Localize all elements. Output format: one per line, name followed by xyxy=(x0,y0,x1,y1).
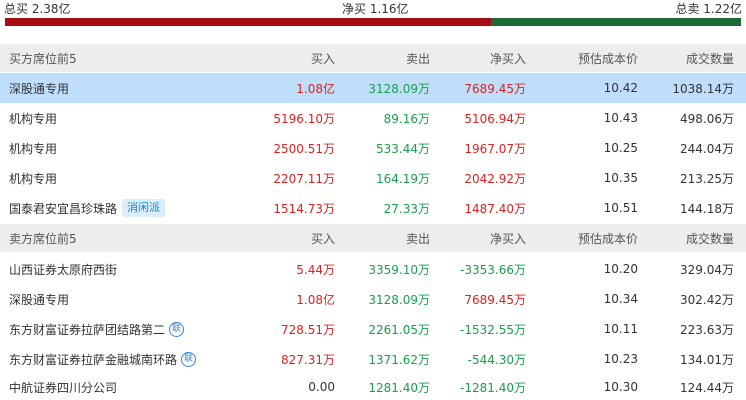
buy-amount: 827.31万 xyxy=(281,352,335,367)
net-buy-amount: -1532.55万 xyxy=(460,322,526,337)
table-row[interactable]: 东方财富证券拉萨团结路第二 联 728.51万 2261.05万 -1532.5… xyxy=(0,314,746,344)
net-buy-amount: -1281.40万 xyxy=(460,380,526,395)
table-row[interactable]: 深股通专用 1.08亿 3128.09万 7689.45万 10.42 1038… xyxy=(0,73,746,103)
net-buy-amount: 7689.45万 xyxy=(464,292,526,307)
sell-amount: 1281.40万 xyxy=(368,380,430,395)
seat-name[interactable]: 机构专用 xyxy=(9,133,57,163)
net-buy-amount: -544.30万 xyxy=(467,352,526,367)
est-cost-price: 10.34 xyxy=(603,292,638,306)
buy-amount: 2207.11万 xyxy=(273,171,335,186)
header-volume: 成交数量 xyxy=(685,51,734,66)
header-net-buy: 净买入 xyxy=(489,231,526,246)
volume: 213.25万 xyxy=(680,171,734,186)
buy-amount: 728.51万 xyxy=(281,322,335,337)
seat-name[interactable]: 东方财富证券拉萨金融城南环路 xyxy=(9,351,177,368)
volume: 124.44万 xyxy=(680,380,734,395)
est-cost-price: 10.23 xyxy=(603,352,638,366)
sell-ratio-bar xyxy=(491,18,741,26)
sell-amount: 2261.05万 xyxy=(368,322,430,337)
est-cost-price: 10.30 xyxy=(603,380,638,394)
seat-name-cell: 国泰君安宜昌珍珠路 消闲派 xyxy=(9,193,166,223)
seat-name-cell: 东方财富证券拉萨金融城南环路 联 xyxy=(9,344,197,374)
est-cost-price: 10.11 xyxy=(603,322,638,336)
table-row[interactable]: 国泰君安宜昌珍珠路 消闲派 1514.73万 27.33万 1487.40万 1… xyxy=(0,193,746,223)
header-buy: 买入 xyxy=(310,231,335,246)
buy-amount: 1.08亿 xyxy=(296,292,335,307)
est-cost-price: 10.25 xyxy=(603,141,638,155)
seat-name[interactable]: 深股通专用 xyxy=(9,284,69,314)
table-row[interactable]: 东方财富证券拉萨金融城南环路 联 827.31万 1371.62万 -544.3… xyxy=(0,344,746,374)
total-buy-label: 总买 2.38亿 xyxy=(4,2,71,16)
sell-amount: 3128.09万 xyxy=(368,81,430,96)
total-sell-label: 总卖 1.22亿 xyxy=(675,2,742,16)
seat-name[interactable]: 山西证券太原府西街 xyxy=(9,254,117,284)
linked-seat-badge-icon[interactable]: 联 xyxy=(181,351,197,367)
buyers-header: 买方席位前5 买入 卖出 净买入 预估成本价 成交数量 xyxy=(0,44,746,72)
sell-amount: 533.44万 xyxy=(376,141,430,156)
table-row[interactable]: 山西证券太原府西街 5.44万 3359.10万 -3353.66万 10.20… xyxy=(0,254,746,284)
table-row[interactable]: 中航证券四川分公司 0.00 1281.40万 -1281.40万 10.30 … xyxy=(0,374,746,400)
header-seat-name: 卖方席位前5 xyxy=(9,231,77,246)
sell-amount: 89.16万 xyxy=(383,111,430,126)
volume: 329.04万 xyxy=(680,262,734,277)
buy-amount: 5.44万 xyxy=(296,262,335,277)
volume: 144.18万 xyxy=(680,201,734,216)
net-buy-amount: 1967.07万 xyxy=(464,141,526,156)
est-cost-price: 10.42 xyxy=(603,81,638,95)
sell-amount: 27.33万 xyxy=(383,201,430,216)
est-cost-price: 10.20 xyxy=(603,262,638,276)
seat-name[interactable]: 机构专用 xyxy=(9,103,57,133)
header-est-cost: 预估成本价 xyxy=(577,51,638,66)
seat-name[interactable]: 东方财富证券拉萨团结路第二 xyxy=(9,321,165,338)
table-row[interactable]: 机构专用 2207.11万 164.19万 2042.92万 10.35 213… xyxy=(0,163,746,193)
sell-amount: 1371.62万 xyxy=(368,352,430,367)
header-buy: 买入 xyxy=(310,51,335,66)
header-sell: 卖出 xyxy=(405,51,430,66)
buy-amount: 5196.10万 xyxy=(273,111,335,126)
buy-amount: 1514.73万 xyxy=(273,201,335,216)
net-buy-label: 净买 1.16亿 xyxy=(342,2,409,16)
seat-name-cell: 东方财富证券拉萨团结路第二 联 xyxy=(9,314,185,344)
est-cost-price: 10.43 xyxy=(603,111,638,125)
net-buy-amount: 2042.92万 xyxy=(464,171,526,186)
volume: 498.06万 xyxy=(680,111,734,126)
header-net-buy: 净买入 xyxy=(489,51,526,66)
buy-amount: 1.08亿 xyxy=(296,81,335,96)
header-est-cost: 预估成本价 xyxy=(577,231,638,246)
seat-name[interactable]: 深股通专用 xyxy=(9,73,69,103)
net-buy-amount: 7689.45万 xyxy=(464,81,526,96)
volume: 134.01万 xyxy=(680,352,734,367)
buy-amount: 2500.51万 xyxy=(273,141,335,156)
table-row[interactable]: 机构专用 5196.10万 89.16万 5106.94万 10.43 498.… xyxy=(0,103,746,133)
net-flow-summary: 总买 2.38亿 净买 1.16亿 总卖 1.22亿 xyxy=(0,0,746,28)
table-row[interactable]: 机构专用 2500.51万 533.44万 1967.07万 10.25 244… xyxy=(0,133,746,163)
est-cost-price: 10.35 xyxy=(603,171,638,185)
table-row[interactable]: 深股通专用 1.08亿 3128.09万 7689.45万 10.34 302.… xyxy=(0,284,746,314)
buy-amount: 0.00 xyxy=(308,380,335,394)
header-seat-name: 买方席位前5 xyxy=(9,51,77,66)
volume: 1038.14万 xyxy=(672,81,734,96)
volume: 302.42万 xyxy=(680,292,734,307)
buy-ratio-bar xyxy=(5,18,491,26)
header-sell: 卖出 xyxy=(405,231,430,246)
net-buy-amount: 5106.94万 xyxy=(464,111,526,126)
trader-tag[interactable]: 消闲派 xyxy=(122,199,166,217)
sellers-header: 卖方席位前5 买入 卖出 净买入 预估成本价 成交数量 xyxy=(0,224,746,252)
volume: 244.04万 xyxy=(680,141,734,156)
est-cost-price: 10.51 xyxy=(603,201,638,215)
net-buy-amount: -3353.66万 xyxy=(460,262,526,277)
seat-name[interactable]: 机构专用 xyxy=(9,163,57,193)
sell-amount: 164.19万 xyxy=(376,171,430,186)
linked-seat-badge-icon[interactable]: 联 xyxy=(169,321,185,337)
volume: 223.63万 xyxy=(680,322,734,337)
header-volume: 成交数量 xyxy=(685,231,734,246)
sell-amount: 3359.10万 xyxy=(368,262,430,277)
seat-name[interactable]: 中航证券四川分公司 xyxy=(9,374,117,400)
seat-name[interactable]: 国泰君安宜昌珍珠路 xyxy=(9,200,117,217)
sell-amount: 3128.09万 xyxy=(368,292,430,307)
net-buy-amount: 1487.40万 xyxy=(464,201,526,216)
